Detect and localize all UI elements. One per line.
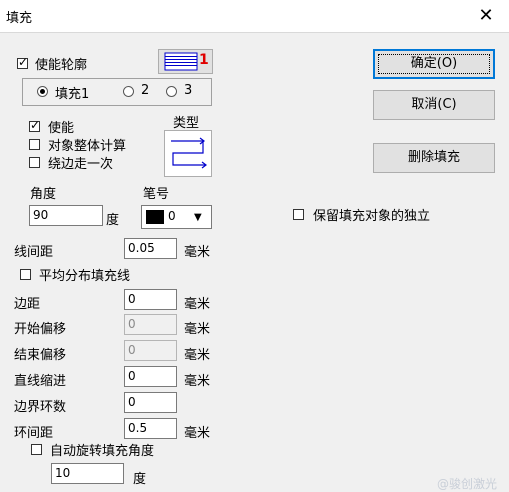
keep-independent-label: 保留填充对象的独立 <box>313 209 431 224</box>
outline-checkbox[interactable] <box>17 55 28 69</box>
pen-number-badge: 1 <box>199 52 209 68</box>
cancel-button[interactable]: 取消(C) <box>373 90 495 120</box>
pen-color-swatch <box>146 210 164 224</box>
end-offset-input[interactable]: 0 <box>124 340 177 361</box>
fill-type-button[interactable] <box>164 130 212 177</box>
cancel-button-label: 取消(C) <box>411 97 457 112</box>
margin-label: 边距 <box>14 297 41 312</box>
delete-fill-button[interactable]: 删除填充 <box>373 143 495 173</box>
auto-rotate-input[interactable]: 10 <box>51 463 124 484</box>
loop-spacing-input[interactable]: 0.5 <box>124 418 177 439</box>
line-shrink-input[interactable]: 0 <box>124 366 177 387</box>
ok-button[interactable]: 确定(O) <box>373 49 495 79</box>
enable-checkbox[interactable] <box>29 118 40 132</box>
fill-1-label: 填充1 <box>55 87 90 102</box>
delete-fill-button-label: 删除填充 <box>407 150 460 165</box>
line-spacing-input[interactable]: 0.05 <box>124 238 177 259</box>
edge-once-checkbox[interactable] <box>29 157 40 168</box>
end-offset-unit: 毫米 <box>184 348 211 363</box>
start-offset-input[interactable]: 0 <box>124 314 177 335</box>
margin-input[interactable]: 0 <box>124 289 177 310</box>
border-loops-input[interactable]: 0 <box>124 392 177 413</box>
avg-distribute-label: 平均分布填充线 <box>39 269 131 284</box>
type-label: 类型 <box>173 116 200 131</box>
serpentine-fill-icon <box>171 137 207 169</box>
edge-once-label: 绕边走一次 <box>48 157 114 172</box>
pen-select[interactable]: 0 ▼ <box>141 205 212 229</box>
start-offset-unit: 毫米 <box>184 322 211 337</box>
loop-spacing-label: 环间距 <box>14 426 54 441</box>
line-shrink-unit: 毫米 <box>184 374 211 389</box>
fill-3-label: 3 <box>184 83 193 98</box>
fill-1-radio[interactable] <box>37 86 48 97</box>
whole-calc-label: 对象整体计算 <box>48 139 127 154</box>
outline-label: 使能轮廓 <box>35 58 88 73</box>
outline-pen-button[interactable]: 1 <box>158 49 213 74</box>
hatch-lines-icon <box>164 52 198 71</box>
margin-unit: 毫米 <box>184 297 211 312</box>
end-offset-label: 结束偏移 <box>14 348 67 363</box>
enable-label: 使能 <box>48 121 75 136</box>
angle-unit: 度 <box>106 213 120 228</box>
loop-spacing-unit: 毫米 <box>184 426 211 441</box>
ok-button-label: 确定(O) <box>410 56 458 71</box>
fill-3-radio[interactable] <box>166 86 177 97</box>
whole-calc-checkbox[interactable] <box>29 139 40 150</box>
start-offset-label: 开始偏移 <box>14 322 67 337</box>
auto-rotate-unit: 度 <box>133 472 147 487</box>
pen-value: 0 <box>168 209 176 223</box>
chevron-down-icon[interactable]: ▼ <box>194 210 202 225</box>
line-shrink-label: 直线缩进 <box>14 374 67 389</box>
dialog-body: 使能轮廓 1 填充1 2 3 使能 对象整体计算 绕边走一次 类型 角度 90 … <box>0 32 509 492</box>
line-spacing-unit: 毫米 <box>184 245 211 260</box>
angle-input[interactable]: 90 <box>29 205 103 226</box>
title-bar: 填充 ✕ <box>0 0 509 32</box>
auto-rotate-label: 自动旋转填充角度 <box>50 444 155 459</box>
pen-label: 笔号 <box>143 187 170 202</box>
watermark: @骏创激光 <box>437 477 498 491</box>
angle-label: 角度 <box>30 187 57 202</box>
avg-distribute-checkbox[interactable] <box>20 269 31 280</box>
border-loops-label: 边界环数 <box>14 400 67 415</box>
keep-independent-checkbox[interactable] <box>293 209 304 220</box>
line-spacing-label: 线间距 <box>14 245 54 260</box>
close-icon[interactable]: ✕ <box>472 2 500 30</box>
auto-rotate-checkbox[interactable] <box>31 444 42 455</box>
fill-2-label: 2 <box>141 83 150 98</box>
window-title: 填充 <box>6 11 33 26</box>
fill-2-radio[interactable] <box>123 86 134 97</box>
